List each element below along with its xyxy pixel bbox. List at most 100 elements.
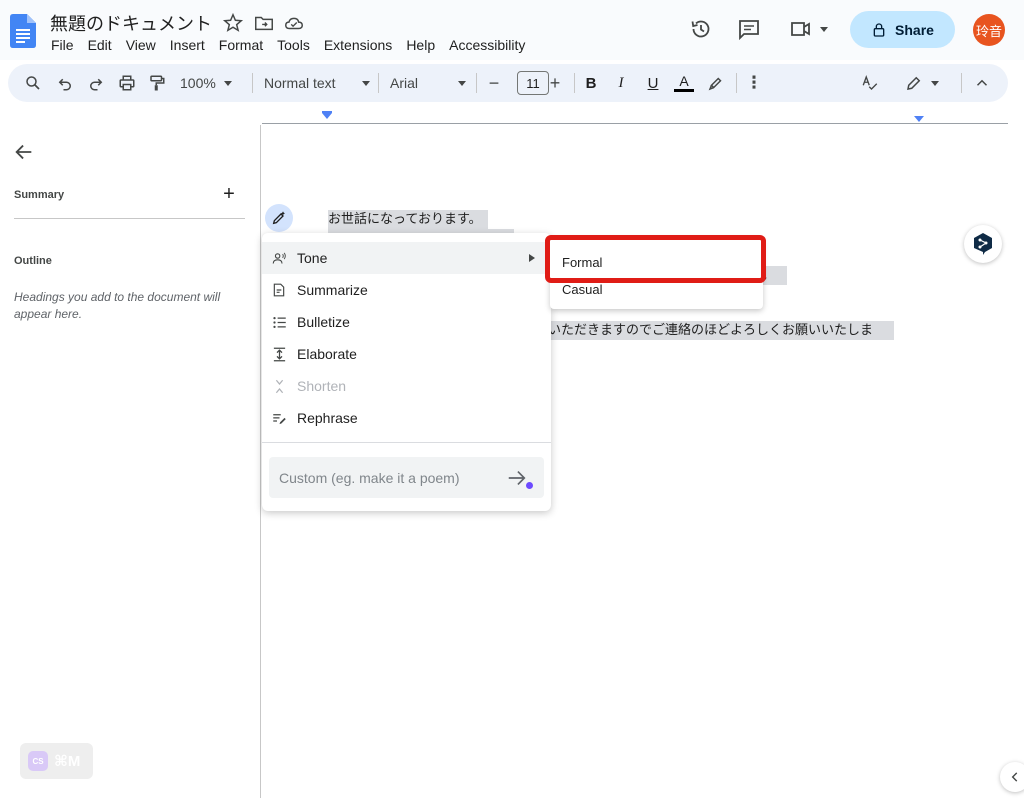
style-value: Normal text	[264, 75, 336, 91]
meet-video-icon[interactable]	[789, 17, 813, 41]
menu-help[interactable]: Help	[399, 35, 442, 55]
account-avatar[interactable]: 玲音	[973, 14, 1005, 46]
send-arrow-icon[interactable]	[506, 467, 528, 489]
help-me-write-menu: Tone Summarize Bulletize Elaborate Short…	[262, 233, 551, 511]
undo-button[interactable]	[54, 64, 76, 102]
editing-mode-button[interactable]	[902, 64, 942, 102]
menu-item-label: Elaborate	[297, 346, 357, 362]
deepl-logo-icon	[974, 233, 992, 255]
menu-divider	[262, 442, 551, 443]
menu-tools[interactable]: Tools	[270, 35, 317, 55]
left-indent-bar[interactable]	[322, 111, 332, 113]
toolbar-divider	[476, 73, 477, 93]
right-indent-marker[interactable]	[914, 116, 924, 122]
side-panel-toggle-button[interactable]	[1000, 762, 1024, 792]
back-arrow-icon[interactable]	[13, 141, 35, 163]
paint-format-button[interactable]	[146, 64, 168, 102]
formatting-toolbar: 100% Normal text Arial − 11 + B I U A ⋮	[8, 64, 1008, 102]
summarize-icon	[271, 282, 287, 298]
submenu-arrow-icon	[529, 254, 535, 262]
menu-insert[interactable]: Insert	[163, 35, 212, 55]
menu-edit[interactable]: Edit	[81, 35, 119, 55]
font-select[interactable]: Arial	[390, 64, 466, 102]
decrease-font-size-button[interactable]: −	[486, 64, 502, 102]
document-line-1[interactable]: お世話になっております。	[328, 210, 488, 229]
paragraph-style-select[interactable]: Normal text	[264, 64, 370, 102]
text-color-glyph: A	[679, 73, 689, 89]
menu-bar: File Edit View Insert Format Tools Exten…	[44, 35, 532, 55]
document-title[interactable]: 無題のドキュメント	[50, 10, 212, 36]
docs-logo-icon[interactable]	[10, 14, 36, 48]
version-history-icon[interactable]	[689, 17, 713, 41]
toolbar-divider	[736, 73, 737, 93]
menu-view[interactable]: View	[119, 35, 163, 55]
menu-item-summarize[interactable]: Summarize	[262, 274, 551, 306]
menu-item-label: Summarize	[297, 282, 368, 298]
redo-icon	[90, 78, 103, 91]
more-options-button[interactable]: ⋮	[745, 64, 763, 102]
font-size-input[interactable]: 11	[517, 71, 549, 95]
tone-option-casual[interactable]: Casual	[550, 276, 763, 302]
font-caret-icon	[458, 80, 466, 86]
menu-format[interactable]: Format	[212, 35, 270, 55]
menu-accessibility[interactable]: Accessibility	[442, 35, 532, 55]
pencil-icon	[907, 76, 921, 90]
text-color-swatch	[674, 89, 694, 92]
search-menus-button[interactable]	[22, 64, 44, 102]
custom-prompt-input[interactable]	[269, 457, 544, 498]
extension-logo-icon: CS	[28, 751, 48, 771]
redo-button[interactable]	[85, 64, 107, 102]
outline-hint: Headings you add to the document will ap…	[14, 290, 221, 321]
menu-item-tone[interactable]: Tone	[262, 242, 551, 274]
menu-item-bulletize[interactable]: Bulletize	[262, 306, 551, 338]
menu-item-shorten: Shorten	[262, 370, 551, 402]
tone-option-formal[interactable]: Formal	[550, 249, 763, 275]
share-button[interactable]: Share	[850, 11, 955, 48]
highlight-color-button[interactable]	[706, 64, 726, 102]
italic-button[interactable]: I	[612, 64, 630, 102]
star-icon[interactable]	[222, 12, 244, 34]
zoom-select[interactable]: 100%	[180, 64, 244, 102]
comments-icon[interactable]	[737, 17, 761, 41]
spellcheck-button[interactable]	[858, 64, 882, 102]
tone-submenu: Formal Casual	[550, 237, 763, 309]
text-color-button[interactable]: A	[673, 64, 695, 102]
spellcheck-icon	[862, 75, 878, 90]
meet-dropdown-caret-icon[interactable]	[820, 27, 828, 32]
ruler	[262, 123, 1008, 124]
print-icon	[119, 75, 135, 91]
increase-font-size-button[interactable]: +	[548, 64, 562, 102]
zoom-value: 100%	[180, 75, 216, 91]
rephrase-icon	[271, 410, 287, 426]
tone-icon	[271, 250, 287, 266]
menu-item-rephrase[interactable]: Rephrase	[262, 402, 551, 434]
document-line-3[interactable]: いただきますのでご連絡のほどよろしくお願いいたしま	[548, 321, 894, 340]
move-folder-icon[interactable]	[253, 12, 275, 34]
lock-icon	[873, 22, 885, 37]
menu-item-label: Tone	[297, 250, 328, 266]
toolbar-divider	[574, 73, 575, 93]
menu-file[interactable]: File	[44, 35, 81, 55]
underline-button[interactable]: U	[644, 64, 662, 102]
cloud-saved-icon[interactable]	[283, 12, 305, 34]
add-summary-button[interactable]: +	[219, 184, 239, 204]
bulletize-icon	[271, 314, 287, 330]
menu-item-elaborate[interactable]: Elaborate	[262, 338, 551, 370]
undo-icon	[58, 78, 71, 91]
title-bar: 無題のドキュメント File Edit View Insert Format T…	[0, 0, 1024, 60]
search-icon	[26, 76, 40, 90]
deepl-extension-button[interactable]	[964, 225, 1002, 263]
menu-item-label: Rephrase	[297, 410, 358, 426]
outline-label: Outline	[14, 255, 52, 267]
elaborate-icon	[271, 346, 287, 362]
shortcut-text: ⌘M	[54, 753, 81, 770]
bold-button[interactable]: B	[582, 64, 600, 102]
left-indent-marker[interactable]	[322, 113, 332, 119]
hide-menus-button[interactable]	[972, 64, 992, 102]
font-value: Arial	[390, 75, 419, 91]
shortcut-badge[interactable]: CS ⌘M	[20, 743, 93, 779]
help-me-write-button[interactable]	[265, 204, 293, 232]
print-button[interactable]	[116, 64, 138, 102]
toolbar-divider	[378, 73, 379, 93]
menu-extensions[interactable]: Extensions	[317, 35, 399, 55]
